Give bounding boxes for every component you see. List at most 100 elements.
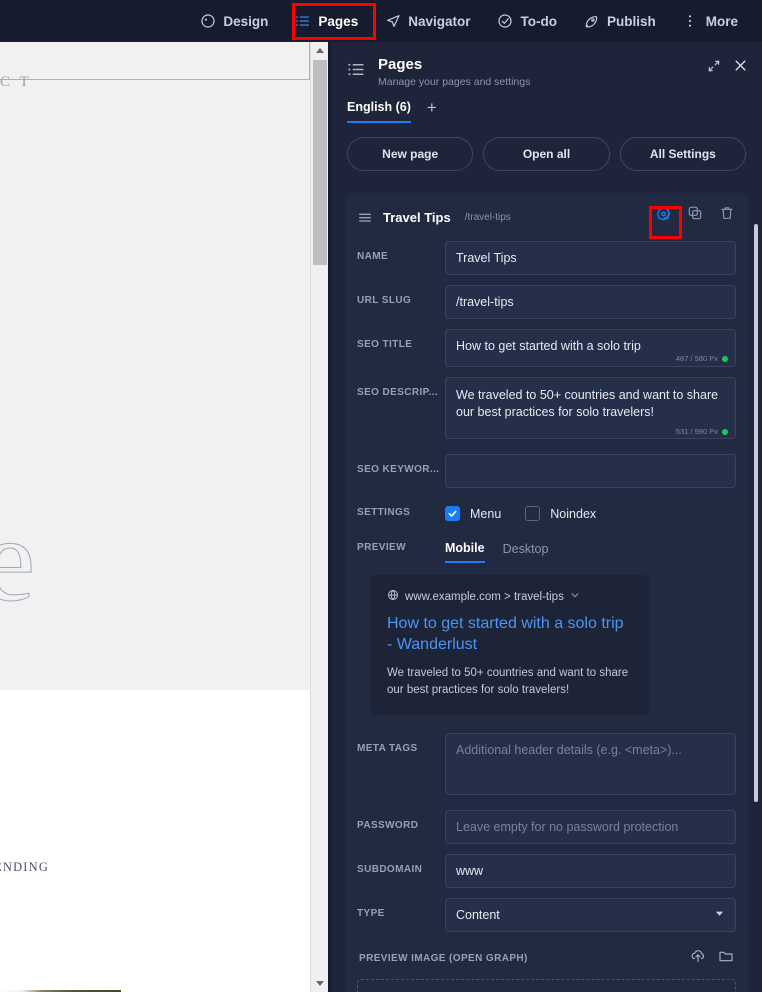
toolbar-item-more[interactable]: More: [672, 7, 748, 36]
seo-description-textarea[interactable]: [445, 377, 736, 439]
scroll-up-arrow-icon[interactable]: [311, 42, 328, 59]
kebab-icon: [682, 13, 699, 30]
label-seo-keywords: SEO KEYWOR...: [357, 454, 445, 475]
toolbar-item-todo[interactable]: To-do: [486, 7, 566, 36]
canvas-hero-block: [0, 42, 310, 80]
label-meta-tags: META TAGS: [357, 733, 445, 754]
subdomain-input[interactable]: [445, 854, 736, 888]
drag-handle-icon[interactable]: [357, 209, 373, 225]
language-tabs: English (6) +: [331, 88, 762, 123]
expand-icon[interactable]: [707, 59, 721, 73]
seo-keywords-input[interactable]: [445, 454, 736, 488]
add-language-button[interactable]: +: [427, 102, 437, 121]
field-row-seo-keywords: SEO KEYWOR...: [357, 454, 736, 488]
globe-icon: [387, 589, 399, 604]
field-row-password: PASSWORD: [357, 810, 736, 844]
close-icon[interactable]: [733, 58, 748, 73]
canvas-big-letter: e: [0, 500, 35, 620]
list-icon: [294, 13, 311, 30]
field-row-preview: PREVIEW Mobile Desktop: [357, 531, 736, 563]
canvas-white-section: [0, 690, 310, 992]
open-graph-header: PREVIEW IMAGE (OPEN GRAPH): [357, 948, 736, 969]
serp-title[interactable]: How to get started with a solo trip - Wa…: [387, 613, 633, 655]
serp-url-text: www.example.com > travel-tips: [405, 591, 564, 603]
page-card-slug: /travel-tips: [465, 212, 511, 223]
open-graph-dropzone[interactable]: Drag files here, click to choose files o…: [357, 979, 736, 992]
label-subdomain: SUBDOMAIN: [357, 854, 445, 875]
toolbar-label-publish: Publish: [607, 14, 656, 29]
palette-icon: [199, 13, 216, 30]
canvas-scrollbar[interactable]: [310, 42, 328, 992]
navigate-icon: [384, 13, 401, 30]
check-circle-icon: [496, 13, 513, 30]
label-seo-description: SEO DESCRIP...: [357, 377, 445, 398]
serp-description: We traveled to 50+ countries and want to…: [387, 665, 633, 699]
field-row-type: TYPE Content: [357, 898, 736, 932]
gear-icon[interactable]: [654, 204, 672, 222]
toolbar-item-navigator[interactable]: Navigator: [374, 7, 480, 36]
chevron-down-icon[interactable]: [570, 590, 580, 603]
menu-checkbox-label: Menu: [470, 507, 501, 521]
label-settings: SETTINGS: [357, 498, 445, 518]
panel-action-buttons: New page Open all All Settings: [331, 123, 762, 171]
top-toolbar: Design Pages Navigator: [0, 0, 762, 42]
field-row-meta-tags: META TAGS: [357, 733, 736, 800]
toolbar-label-design: Design: [223, 14, 268, 29]
field-row-settings: SETTINGS Menu Noindex: [357, 498, 736, 521]
all-settings-button[interactable]: All Settings: [620, 137, 746, 171]
field-row-seo-description: SEO DESCRIP... 531 / 990 Px: [357, 377, 736, 444]
meta-tags-textarea[interactable]: [445, 733, 736, 795]
toolbar-label-pages: Pages: [318, 14, 358, 29]
folder-icon[interactable]: [718, 948, 734, 969]
menu-checkbox[interactable]: [445, 506, 460, 521]
panel-header: Pages Manage your pages and settings: [331, 42, 762, 88]
name-input[interactable]: [445, 241, 736, 275]
toolbar-item-pages[interactable]: Pages: [284, 7, 368, 36]
type-select-value: Content: [456, 908, 500, 922]
panel-title: Pages: [378, 56, 530, 74]
type-select[interactable]: Content: [445, 898, 736, 932]
open-all-button[interactable]: Open all: [483, 137, 609, 171]
scroll-down-arrow-icon[interactable]: [311, 975, 328, 992]
serp-url-row: www.example.com > travel-tips: [387, 589, 633, 604]
label-preview-image: PREVIEW IMAGE (OPEN GRAPH): [359, 953, 528, 964]
field-row-name: NAME: [357, 241, 736, 275]
label-url-slug: URL SLUG: [357, 285, 445, 306]
panel-subtitle: Manage your pages and settings: [378, 76, 530, 88]
toolbar-item-publish[interactable]: Publish: [573, 7, 666, 36]
page-card-header: Travel Tips /travel-tips: [357, 203, 736, 231]
label-name: NAME: [357, 241, 445, 262]
serp-preview-card: www.example.com > travel-tips How to get…: [371, 575, 649, 715]
page-card-travel-tips: Travel Tips /travel-tips: [345, 193, 748, 992]
trash-icon[interactable]: [718, 204, 736, 222]
rocket-icon: [583, 13, 600, 30]
upload-icon[interactable]: [690, 948, 706, 969]
seo-title-input[interactable]: [445, 329, 736, 367]
noindex-checkbox-label: Noindex: [550, 507, 596, 521]
noindex-checkbox[interactable]: [525, 506, 540, 521]
preview-tab-mobile[interactable]: Mobile: [445, 541, 485, 563]
panel-scrollbar-thumb[interactable]: [754, 224, 758, 802]
toolbar-label-navigator: Navigator: [408, 14, 470, 29]
new-page-button[interactable]: New page: [347, 137, 473, 171]
website-canvas[interactable]: C T e ENDING: [0, 42, 328, 992]
label-type: TYPE: [357, 898, 445, 919]
password-input[interactable]: [445, 810, 736, 844]
url-slug-input[interactable]: [445, 285, 736, 319]
canvas-ending-text: ENDING: [0, 860, 49, 875]
preview-tab-desktop[interactable]: Desktop: [503, 542, 549, 562]
field-row-subdomain: SUBDOMAIN: [357, 854, 736, 888]
tab-english[interactable]: English (6): [347, 100, 411, 123]
label-preview: PREVIEW: [357, 531, 445, 553]
toolbar-label-todo: To-do: [520, 14, 556, 29]
select-chevron-down-icon: [714, 908, 725, 922]
field-row-url-slug: URL SLUG: [357, 285, 736, 319]
canvas-scrollbar-thumb[interactable]: [313, 60, 327, 265]
copy-icon[interactable]: [686, 204, 704, 222]
label-seo-title: SEO TITLE: [357, 329, 445, 350]
toolbar-label-more: More: [706, 14, 738, 29]
label-password: PASSWORD: [357, 810, 445, 831]
field-row-seo-title: SEO TITLE 487 / 580 Px: [357, 329, 736, 367]
toolbar-item-design[interactable]: Design: [189, 7, 278, 36]
pages-panel: Pages Manage your pages and settings: [331, 42, 762, 992]
